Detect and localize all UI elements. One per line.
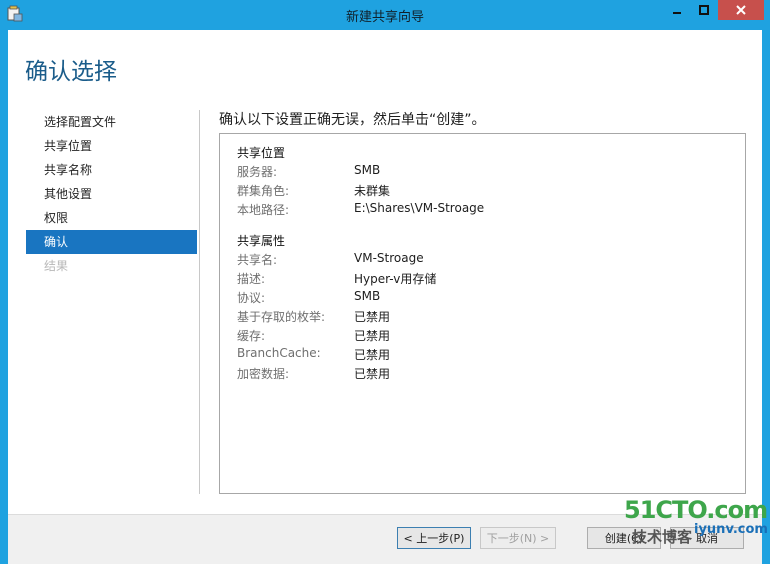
summary-row-cluster-role: 群集角色: 未群集 (237, 182, 737, 200)
row-key: 加密数据: (237, 367, 290, 381)
summary-row-local-path: 本地路径: E:\Shares\VM-Stroage (237, 201, 737, 219)
row-value: Hyper-v用存储 (354, 272, 437, 286)
summary-panel[interactable]: 共享位置 服务器: SMB 群集角色: 未群集 本地路径: E:\Shares\… (219, 133, 746, 494)
wizard-body: 确认选择 选择配置文件 共享位置 共享名称 其他设置 权限 确认 结果 确认以下… (8, 30, 762, 564)
summary-row-description: 描述: Hyper-v用存储 (237, 270, 737, 288)
title-bar[interactable]: 新建共享向导 (0, 0, 770, 30)
minimize-icon (673, 12, 681, 14)
section-title-share-location: 共享位置 (237, 146, 286, 160)
nav-divider (199, 110, 200, 494)
row-key: BranchCache: (237, 346, 321, 360)
row-value: 未群集 (354, 184, 391, 198)
row-key: 描述: (237, 272, 266, 286)
nav-item-share-location[interactable]: 共享位置 (26, 134, 197, 158)
row-value: 已禁用 (354, 329, 391, 343)
wizard-footer: < 上一步(P) 下一步(N) > 创建(C) 取消 (8, 514, 762, 564)
nav-item-select-profile[interactable]: 选择配置文件 (26, 110, 197, 134)
row-value: VM-Stroage (354, 251, 424, 265)
row-key: 共享名: (237, 253, 278, 267)
row-key: 服务器: (237, 165, 278, 179)
summary-row-share-name: 共享名: VM-Stroage (237, 251, 737, 269)
nav-item-share-name[interactable]: 共享名称 (26, 158, 197, 182)
close-button[interactable] (718, 0, 764, 20)
maximize-button[interactable] (691, 0, 717, 20)
row-value: 已禁用 (354, 310, 391, 324)
section-title-share-properties: 共享属性 (237, 234, 286, 248)
row-value: 已禁用 (354, 348, 391, 362)
next-button: 下一步(N) > (480, 527, 556, 549)
confirm-instruction: 确认以下设置正确无误，然后单击“创建”。 (219, 112, 486, 128)
nav-item-other-settings[interactable]: 其他设置 (26, 182, 197, 206)
close-icon (736, 5, 746, 15)
nav-item-permissions[interactable]: 权限 (26, 206, 197, 230)
row-value: E:\Shares\VM-Stroage (354, 201, 485, 215)
create-button[interactable]: 创建(C) (587, 527, 661, 549)
row-key: 群集角色: (237, 184, 290, 198)
maximize-icon (699, 5, 709, 15)
nav-item-confirm[interactable]: 确认 (26, 230, 197, 254)
summary-row-access-based-enumeration: 基于存取的枚举: 已禁用 (237, 308, 737, 326)
row-value: 已禁用 (354, 367, 391, 381)
previous-button[interactable]: < 上一步(P) (397, 527, 471, 549)
page-title: 确认选择 (25, 59, 117, 85)
row-value: SMB (354, 163, 381, 177)
row-key: 本地路径: (237, 203, 290, 217)
cancel-button[interactable]: 取消 (670, 527, 744, 549)
nav-item-results: 结果 (44, 259, 69, 273)
row-value: SMB (354, 289, 381, 303)
row-key: 协议: (237, 291, 266, 305)
summary-row-branchcache: BranchCache: 已禁用 (237, 346, 737, 364)
summary-row-protocol: 协议: SMB (237, 289, 737, 307)
summary-row-encrypt-data: 加密数据: 已禁用 (237, 365, 737, 383)
window-title: 新建共享向导 (345, 10, 424, 25)
summary-row-server: 服务器: SMB (237, 163, 737, 181)
row-key: 基于存取的枚举: (237, 310, 326, 324)
wizard-header: 确认选择 (8, 30, 762, 108)
summary-row-caching: 缓存: 已禁用 (237, 327, 737, 345)
row-key: 缓存: (237, 329, 266, 343)
wizard-steps-nav: 选择配置文件 共享位置 共享名称 其他设置 权限 确认 结果 (26, 110, 197, 278)
minimize-button[interactable] (664, 0, 690, 20)
